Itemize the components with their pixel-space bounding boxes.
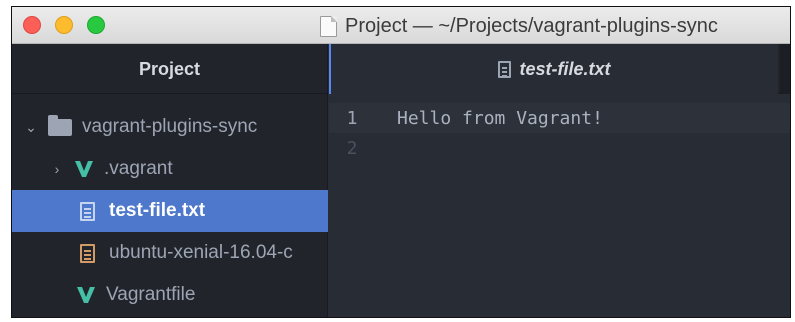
tree-view: Project ⌄ vagrant-plugins-sync › .vagran… <box>12 44 328 317</box>
vagrant-icon <box>77 287 95 303</box>
editor-window: Project — ~/Projects/vagrant-plugins-syn… <box>11 6 791 318</box>
tree-item-label: Vagrantfile <box>106 284 196 305</box>
log-file-icon <box>80 243 95 263</box>
chevron-right-icon[interactable]: › <box>48 161 66 177</box>
line-number: 2 <box>346 137 358 159</box>
folder-icon <box>48 114 72 136</box>
tree-root-label: vagrant-plugins-sync <box>82 116 258 137</box>
tab-bar: test-file.txt <box>329 44 790 94</box>
close-window-button[interactable] <box>23 16 41 34</box>
line-number: 1 <box>346 107 358 129</box>
tree-item-label: ubuntu-xenial-16.04-c <box>109 242 293 263</box>
tree-item-ubuntu-log[interactable]: ubuntu-xenial-16.04-c <box>12 232 328 274</box>
vagrant-icon <box>75 161 93 177</box>
window-title-group: Project — ~/Projects/vagrant-plugins-syn… <box>320 14 718 38</box>
minimize-window-button[interactable] <box>55 16 73 34</box>
text-file-icon <box>80 201 95 221</box>
tree-item-vagrantfile[interactable]: Vagrantfile <box>12 274 328 316</box>
document-icon[interactable] <box>320 15 337 37</box>
text-file-icon <box>498 60 512 78</box>
line-text[interactable]: Hello from Vagrant! <box>375 108 603 129</box>
maximize-window-button[interactable] <box>87 16 105 34</box>
chevron-down-icon[interactable]: ⌄ <box>22 119 40 136</box>
title-bar[interactable]: Project — ~/Projects/vagrant-plugins-syn… <box>12 7 790 44</box>
editor-line[interactable]: 1 Hello from Vagrant! <box>329 103 790 133</box>
editor-line[interactable]: 2 <box>329 133 790 163</box>
tree-item-label: test-file.txt <box>109 200 206 221</box>
tab-test-file[interactable]: test-file.txt <box>329 44 778 94</box>
window-title: Project — ~/Projects/vagrant-plugins-syn… <box>345 14 718 37</box>
tree-item-test-file[interactable]: test-file.txt <box>12 190 328 232</box>
tree-view-header[interactable]: Project <box>12 44 327 94</box>
tree-item-label: .vagrant <box>104 158 173 179</box>
tree-item-vagrant-folder[interactable]: › .vagrant <box>12 148 328 190</box>
tab-label: test-file.txt <box>519 58 611 79</box>
text-editor[interactable]: 1 Hello from Vagrant! 2 <box>329 95 790 317</box>
tab-bar-empty-area[interactable] <box>780 44 790 94</box>
tree-root-folder[interactable]: ⌄ vagrant-plugins-sync <box>12 106 328 148</box>
